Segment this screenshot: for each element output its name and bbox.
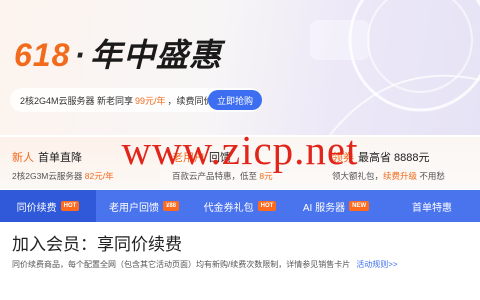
nav-tab-label: 代金券礼包 [203, 202, 254, 214]
hero-title-text: 年中盛惠 [90, 37, 223, 73]
hero-title-dot: · [74, 37, 87, 73]
promo-prefix: 2核2G4M云服务器 新老同享 [20, 95, 134, 106]
promo-price: 99元/年 [135, 95, 166, 106]
nav-tab-returning-user[interactable]: 老用户回馈 ¥88 [96, 190, 192, 222]
card-sub-highlight: 82元/年 [84, 171, 114, 181]
nav-badge: ¥88 [162, 201, 179, 211]
hero-banner: 618 · 年中盛惠 2核2G4M云服务器 新老同享 99元/年 ，续费同价 立即抢购 [0, 0, 480, 135]
nav-tab-label: 老用户回馈 [108, 202, 159, 214]
hero-title-number: 618 [14, 37, 71, 73]
nav-badge: HOT [60, 201, 80, 211]
category-nav: 同价续费 HOT 老用户回馈 ¥88 代金券礼包 HOT AI 服务器 NEW 首单特惠 [0, 190, 480, 222]
card-sub-text: 2核2G3M云服务器 [12, 171, 85, 181]
card-title-text: 首单直降 [38, 152, 82, 164]
promo-suffix: ，续费同价 [167, 95, 213, 106]
hero-decoration [310, 0, 480, 135]
card-coupons[interactable]: 领券 最高省 8888元 领大额礼包，续费升级 不用愁 [320, 137, 480, 189]
card-returning-user[interactable]: 老用户 回馈 百款云产品特惠，低至 8元 [160, 137, 320, 189]
card-sub-highlight: 8元 [259, 171, 273, 181]
card-title: 老用户 回馈 [172, 149, 320, 165]
card-title-highlight: 新人 [12, 152, 34, 164]
activity-rules-link[interactable]: 活动规则>> [356, 260, 397, 269]
nav-badge: HOT [257, 201, 277, 211]
card-title-text: 最高省 8888元 [358, 152, 430, 164]
nav-tab-label: 首单特惠 [412, 202, 452, 214]
hero-title: 618 · 年中盛惠 [14, 30, 222, 76]
card-subtitle: 百款云产品特惠，低至 8元 [172, 170, 320, 182]
card-sub-text: 百款云产品特惠，低至 [172, 171, 260, 181]
nav-tab-ai-server[interactable]: AI 服务器 NEW [288, 190, 384, 222]
card-sub-suffix: 不用愁 [417, 171, 445, 181]
card-sub-text: 领大额礼包， [332, 171, 384, 181]
card-subtitle: 2核2G3M云服务器 82元/年 [12, 170, 160, 182]
card-title-text: 回馈 [209, 152, 231, 164]
nav-tab-coupons[interactable]: 代金券礼包 HOT [192, 190, 288, 222]
buy-now-button[interactable]: 立即抢购 [208, 90, 262, 110]
card-sub-highlight: 续费升级 [383, 171, 418, 181]
section-description: 同价续费商品，每个配置全网（包含其它活动页面）均有新购/续费次数限制，详情参见销… [12, 259, 398, 270]
card-title: 领券 最高省 8888元 [332, 149, 480, 165]
card-newcomer[interactable]: 新人 首单直降 2核2G3M云服务器 82元/年 [0, 137, 160, 189]
card-title-highlight: 领券 [332, 152, 354, 164]
card-subtitle: 领大额礼包，续费升级 不用愁 [332, 170, 480, 182]
nav-tab-label: 同价续费 [16, 202, 57, 214]
section-title: 加入会员：享同价续费 [12, 235, 182, 254]
nav-tab-first-order[interactable]: 首单特惠 [384, 190, 480, 222]
nav-badge: NEW [349, 201, 370, 211]
promo-cards: 新人 首单直降 2核2G3M云服务器 82元/年 老用户 回馈 百款云产品特惠，低至… [0, 137, 480, 189]
nav-tab-label: AI 服务器 [302, 202, 346, 214]
card-title-highlight: 老用户 [172, 152, 205, 164]
nav-tab-renewal[interactable]: 同价续费 HOT [0, 190, 96, 222]
section-desc-text: 同价续费商品，每个配置全网（包含其它活动页面）均有新购/续费次数限制，详情参见销… [12, 260, 351, 269]
card-title: 新人 首单直降 [12, 149, 160, 165]
